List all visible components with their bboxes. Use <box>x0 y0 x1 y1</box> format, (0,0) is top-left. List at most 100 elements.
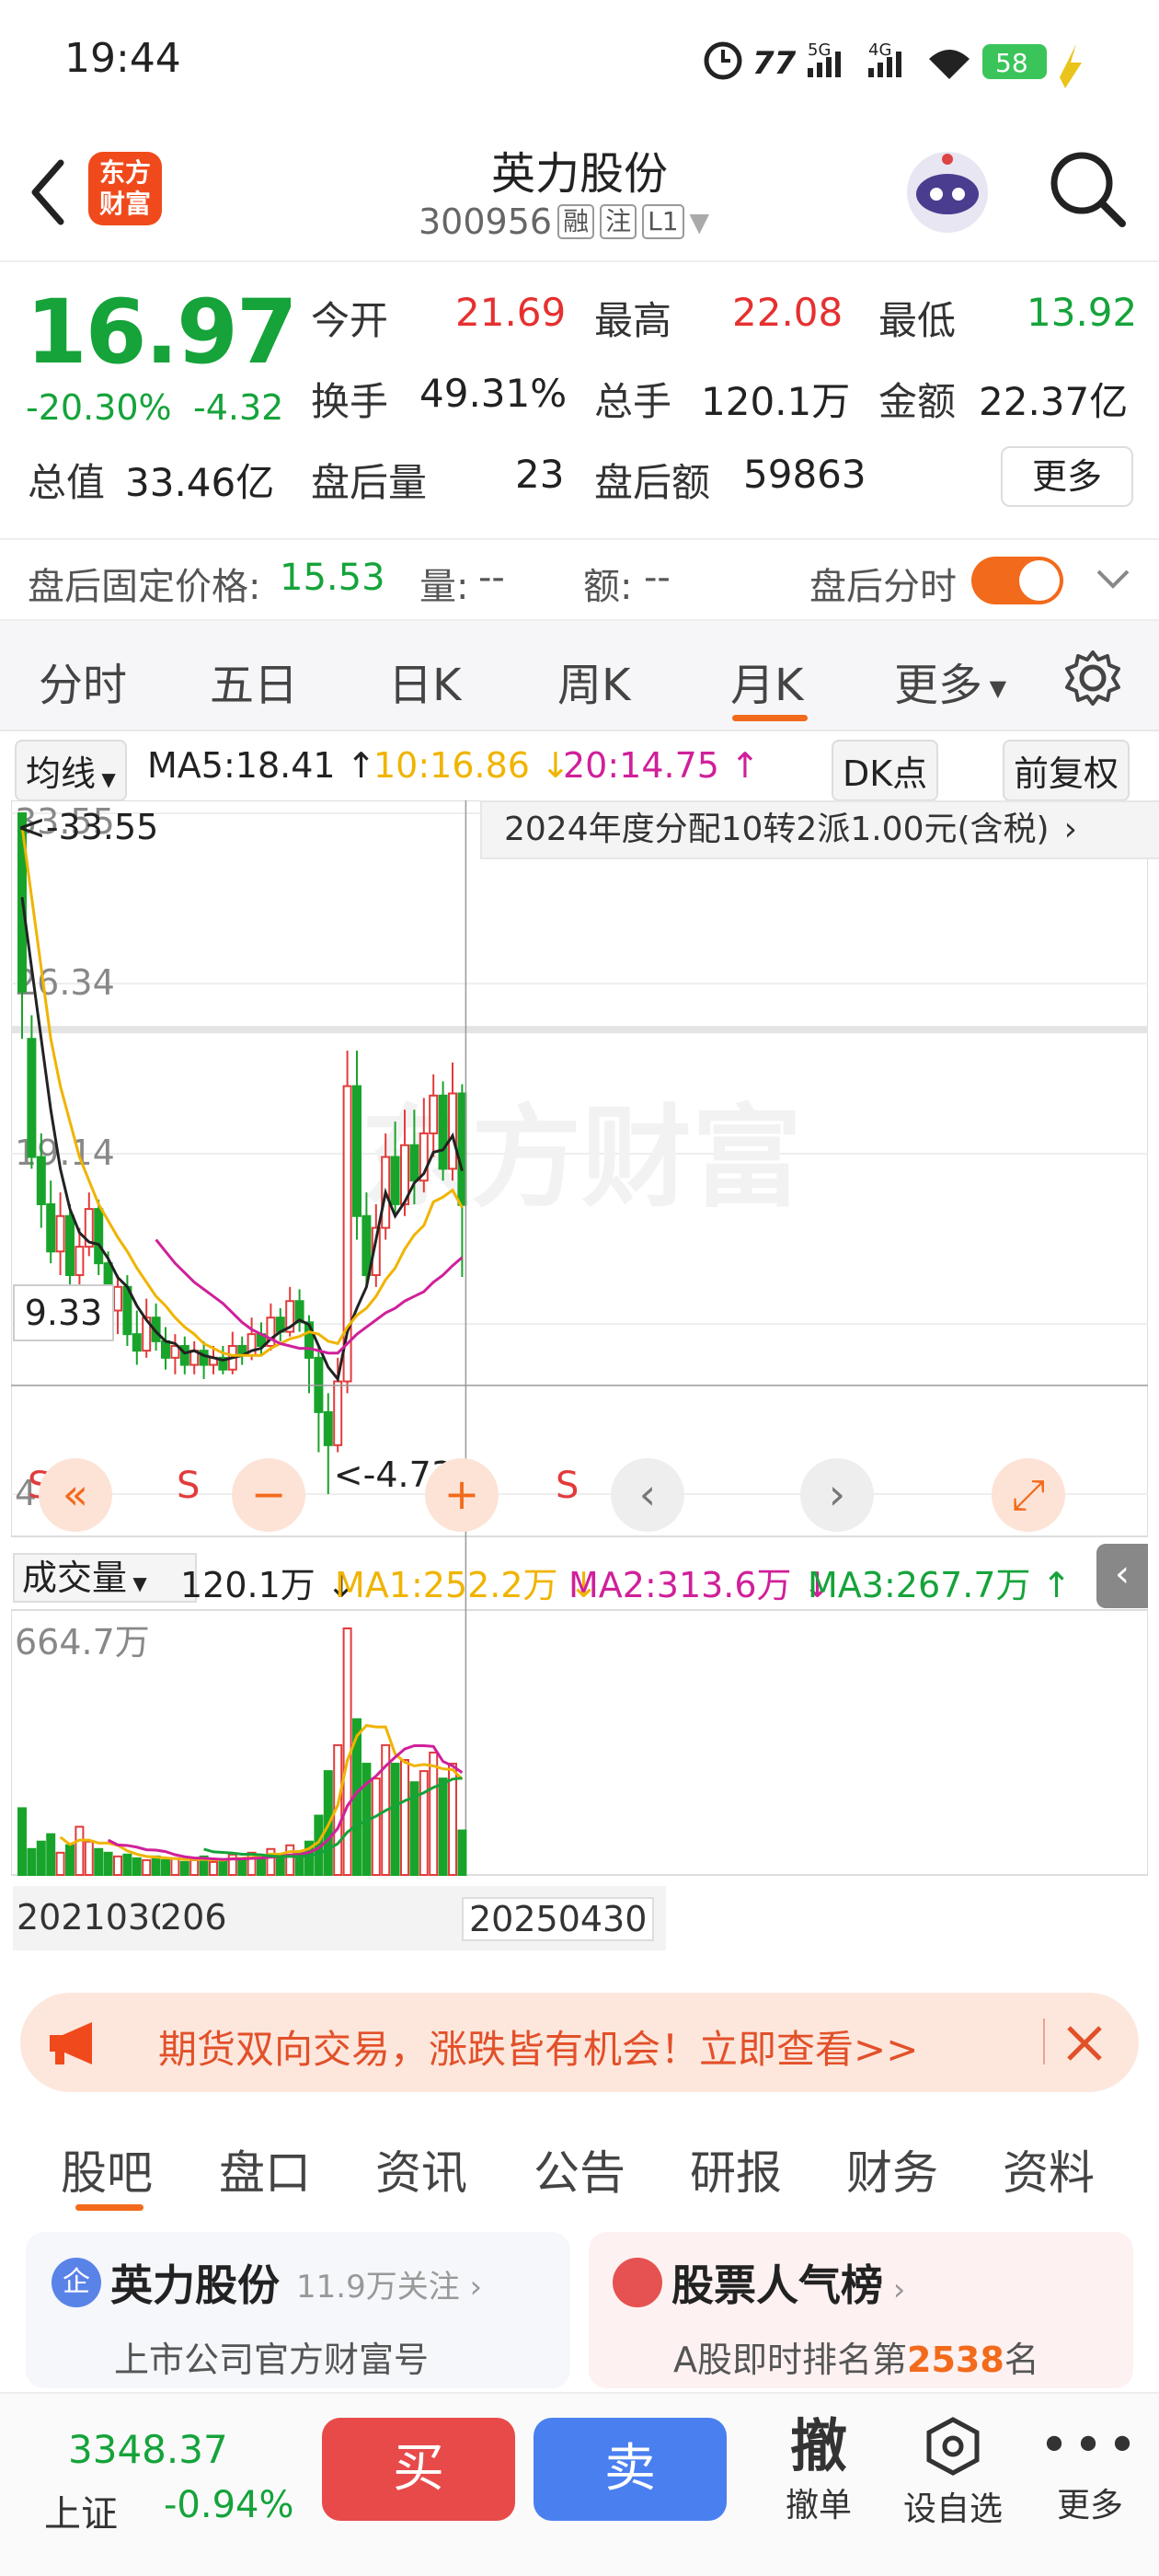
active-tab-indicator <box>75 2204 143 2211</box>
low-label: 最低 <box>878 298 957 343</box>
chart-period-tabs: 分时 五日 日K 周K 月K 更多 ▼ <box>0 621 1159 731</box>
volume-bar <box>218 1858 228 1877</box>
tab-financials[interactable]: 财务 <box>846 2136 938 2202</box>
quote-panel: 16.97 -20.30% -4.32 今开 21.69 最高 22.08 最低… <box>0 262 1159 538</box>
dk-point-button[interactable]: DK点 <box>832 740 939 801</box>
change-percent: -20.30% <box>26 387 172 428</box>
close-icon[interactable] <box>1061 2020 1107 2066</box>
candle-body <box>46 1202 56 1253</box>
signal-marker-2: S <box>177 1465 200 1507</box>
tab-monthly-k[interactable]: 月K <box>730 649 803 713</box>
index-value[interactable]: 3348.37 <box>68 2427 228 2472</box>
after-amt-value: 59863 <box>743 452 866 497</box>
add-watchlist-button[interactable]: 设自选 <box>889 2414 1017 2530</box>
cancel-order-button[interactable]: 撤 撤单 <box>763 2414 874 2526</box>
tab-announcements[interactable]: 公告 <box>534 2136 625 2202</box>
volume-bar <box>179 1860 189 1877</box>
after-vol-short-label: 量: <box>419 566 469 608</box>
volume-ma1: MA1:252.2万 ↓ <box>335 1565 599 1605</box>
ma-selector[interactable]: 均线 ▼ <box>15 740 127 801</box>
tab-five-day[interactable]: 五日 <box>210 649 298 713</box>
status-bar: 19:44 77 5G 4G 58 <box>0 0 1159 124</box>
tab-guba[interactable]: 股吧 <box>61 2136 153 2202</box>
active-tab-indicator <box>732 715 808 721</box>
kline-chart[interactable]: 33.5526.3419.1411.934.73东方财富<-33.55<-4.7… <box>10 799 1159 1969</box>
megaphone-icon <box>50 2022 92 2064</box>
wifi-icon <box>929 50 970 79</box>
candle-body <box>448 1092 457 1170</box>
tab-more[interactable]: 更多 ▼ <box>894 649 1006 713</box>
card-follow-count: 11.9万关注 › <box>296 2269 483 2306</box>
ma10-line <box>20 825 464 1357</box>
robot-assistant-icon[interactable] <box>901 146 993 238</box>
charging-icon <box>1060 44 1082 88</box>
info-tabs: 股吧 盘口 资讯 公告 研报 财务 资料 <box>0 2107 1159 2215</box>
volume-bar <box>36 1840 46 1877</box>
search-icon[interactable] <box>1045 146 1128 229</box>
tag-registered: 注 <box>600 204 637 239</box>
gear-icon[interactable] <box>1063 649 1122 707</box>
open-label: 今开 <box>311 298 389 343</box>
sell-button[interactable]: 卖 <box>534 2418 727 2521</box>
volume-bar <box>103 1851 113 1876</box>
tab-intraday[interactable]: 分时 <box>39 649 127 713</box>
stock-code-row[interactable]: 300956 融 注 L1 ▼ <box>419 201 709 242</box>
pan-right-icon-glyph: › <box>829 1469 845 1519</box>
chevron-down-icon[interactable] <box>1095 566 1131 593</box>
popularity-card[interactable]: 股票人气榜 › A股即时排名第2538名 <box>589 2232 1133 2388</box>
volume-selector[interactable]: 成交量 ▼ <box>13 1553 197 1603</box>
tag-level1: L1 <box>642 204 684 239</box>
tab-news[interactable]: 资讯 <box>375 2136 467 2202</box>
tab-weekly-k[interactable]: 周K <box>557 649 630 713</box>
tab-order-book[interactable]: 盘口 <box>219 2136 311 2202</box>
date-end: 20250430 <box>462 1897 655 1941</box>
battery-level: 58 <box>995 48 1028 78</box>
tab-daily-k[interactable]: 日K <box>388 649 461 713</box>
chevron-down-icon: ▼ <box>689 206 710 237</box>
adjust-button[interactable]: 前复权 <box>1003 740 1130 801</box>
company-account-card[interactable]: 企 英力股份 11.9万关注 › 上市公司官方财富号 <box>26 2232 570 2388</box>
candle-body <box>457 1092 467 1206</box>
kline-svg[interactable]: 33.5526.3419.1411.934.73东方财富<-33.55<-4.7… <box>10 799 1149 1969</box>
after-vol-short-value: -- <box>478 557 505 599</box>
volume-max-label: 664.7万 <box>15 1622 150 1662</box>
volume-bar <box>65 1844 75 1877</box>
volume-bar <box>151 1855 161 1877</box>
after-amt-short-value: -- <box>644 557 671 599</box>
expand-icon-glyph: ⤢ <box>1012 1469 1046 1519</box>
index-change[interactable]: -0.94% <box>164 2484 294 2526</box>
index-name[interactable]: 上证 <box>44 2484 118 2537</box>
volume-bar <box>457 1829 467 1876</box>
amount-label: 金额 <box>878 379 957 424</box>
chevron-left-icon[interactable]: ‹ <box>1096 1544 1148 1608</box>
more-quote-button[interactable]: 更多 <box>1001 446 1133 507</box>
candle-body <box>390 1156 400 1205</box>
stock-code: 300956 <box>419 201 553 242</box>
turnover-label: 换手 <box>311 379 389 424</box>
zoom-in-icon-glyph: + <box>444 1469 480 1519</box>
promo-banner[interactable]: 期货双向交易，涨跌皆有机会！立即查看>> <box>20 1993 1139 2092</box>
volume-bar <box>400 1759 409 1876</box>
candle-body <box>333 1380 343 1446</box>
max-price-marker: <-33.55 <box>17 807 158 847</box>
network-icon: 77 <box>752 45 797 82</box>
after-amt-short-label: 额: <box>583 566 633 608</box>
candle-body <box>352 1085 361 1217</box>
candle-body <box>438 1094 448 1170</box>
candle-body <box>429 1094 439 1134</box>
volume-panel-frame <box>10 1609 1149 1876</box>
volume-bar <box>113 1855 122 1877</box>
dividend-banner[interactable]: 2024年度分配10转2派1.00元(含税) › <box>480 800 1159 859</box>
high-value: 22.08 <box>732 290 843 335</box>
tab-profile[interactable]: 资料 <box>1003 2136 1095 2202</box>
volume-bar <box>371 1777 381 1877</box>
candle-body <box>55 1214 65 1253</box>
tab-research[interactable]: 研报 <box>690 2136 782 2202</box>
after-timeshare-toggle[interactable] <box>971 557 1063 604</box>
ma-legend: 均线 ▼ MA5:18.41 ↑ 10:16.86 ↓ 20:14.75 ↑ D… <box>0 736 1159 801</box>
volume-label: 总手 <box>594 379 672 424</box>
footer-more-button[interactable]: ••• 更多 <box>1030 2414 1150 2526</box>
clock: 19:44 <box>64 35 181 82</box>
buy-button[interactable]: 买 <box>322 2418 515 2521</box>
after-price-value: 15.53 <box>280 557 385 599</box>
